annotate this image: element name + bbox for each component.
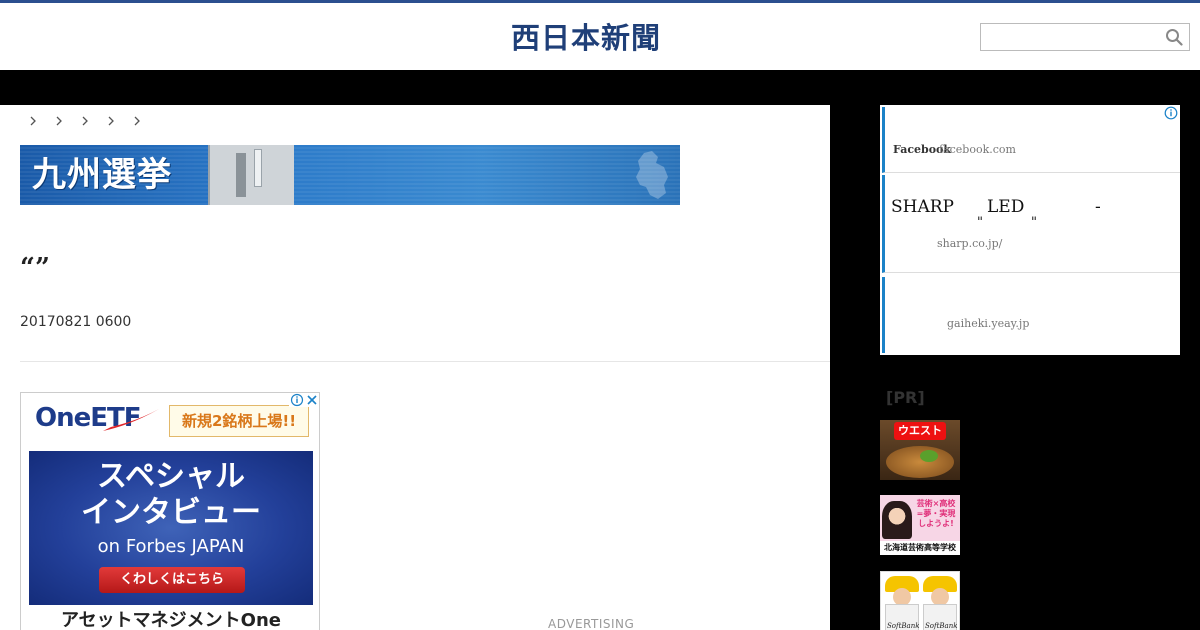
breadcrumb-item[interactable] (72, 113, 98, 129)
main-content: 九州選挙 “” 20170821 0600 OneETF 新規2銘柄上場!! ス… (0, 105, 830, 630)
article-headline: “” (20, 253, 50, 283)
election-banner[interactable]: 九州選挙 (20, 145, 680, 205)
banner-title: 九州選挙 (32, 155, 172, 195)
search-box[interactable] (980, 23, 1190, 51)
garnish-image (920, 450, 938, 462)
ballot-box-image (208, 145, 294, 205)
ad-title-led: LED (987, 197, 1025, 217)
breadcrumb-item[interactable] (98, 113, 124, 129)
breadcrumb-item[interactable] (20, 113, 46, 129)
chevron-right-icon (30, 116, 36, 126)
ad-headline-1: スペシャル (97, 459, 245, 494)
sidebar-text-ad[interactable]: Facebook facebook.com SHARP LED - " " sh… (880, 105, 1180, 355)
chevron-right-icon (56, 116, 62, 126)
site-logo[interactable]: 西日本新聞 (511, 19, 691, 57)
ad-quote-close: " (1031, 215, 1037, 230)
site-header: 西日本新聞 (0, 0, 1200, 70)
ad-quote-open: " (977, 215, 983, 230)
breadcrumb (20, 113, 150, 129)
display-ad[interactable]: OneETF 新規2銘柄上場!! スペシャル インタビュー on Forbes … (20, 392, 320, 630)
ad-subline: on Forbes JAPAN (97, 536, 245, 557)
ad-url[interactable]: sharp.co.jp/ (937, 237, 1002, 250)
ad-badge: 新規2銘柄上場!! (169, 405, 309, 437)
ad-headline-2: インタビュー (81, 495, 261, 530)
pr-thumbnail-udon[interactable]: ウエスト (880, 420, 960, 480)
pr-thumbnail-softbank[interactable]: SoftBank SoftBank (880, 571, 960, 630)
ad-cta-button[interactable]: くわしくはこちら (99, 567, 245, 593)
ad-url[interactable]: gaiheki.yeay.jp (947, 317, 1029, 330)
breadcrumb-item[interactable] (46, 113, 72, 129)
ad-row-sharp[interactable]: SHARP LED - " " sharp.co.jp/ (882, 175, 1180, 273)
person-image (882, 501, 912, 539)
team-logo: SoftBank (925, 622, 958, 630)
pr-label: [PR] (886, 388, 925, 407)
kyushu-map-icon (636, 151, 668, 199)
ad-title-dash: - (1095, 197, 1101, 217)
team-logo: SoftBank (887, 622, 920, 630)
ad-row-gaiheki[interactable]: gaiheki.yeay.jp (882, 277, 1180, 353)
divider (20, 361, 830, 362)
pr-caption: 北海道芸術高等学校 (880, 541, 960, 555)
info-icon[interactable] (289, 393, 305, 407)
pr-tagline: 芸術×高校=夢・実現しようよ! (916, 499, 956, 528)
breadcrumb-item[interactable] (124, 113, 150, 129)
ad-advertiser: アセットマネジメントOne (61, 610, 281, 630)
pr-tag: ウエスト (894, 422, 946, 440)
close-icon[interactable] (305, 393, 319, 407)
ad-panel: スペシャル インタビュー on Forbes JAPAN くわしくはこちら (29, 451, 313, 605)
brand-swoosh-icon (103, 409, 159, 431)
player-image: SoftBank (885, 576, 919, 630)
chevron-right-icon (134, 116, 140, 126)
chevron-right-icon (108, 116, 114, 126)
article-date: 20170821 0600 (20, 314, 132, 330)
player-image: SoftBank (923, 576, 957, 630)
pr-thumbnail-school[interactable]: 芸術×高校=夢・実現しようよ! 北海道芸術高等学校 (880, 495, 960, 555)
noodle-bowl-image (886, 446, 954, 478)
ad-title: SHARP (891, 197, 954, 217)
chevron-right-icon (82, 116, 88, 126)
ad-row-facebook[interactable]: Facebook facebook.com (882, 107, 1180, 173)
ad-url[interactable]: facebook.com (939, 143, 1016, 156)
search-icon[interactable] (1165, 28, 1183, 46)
search-input[interactable] (981, 24, 1161, 50)
advertising-label: ADVERTISING (548, 617, 635, 630)
